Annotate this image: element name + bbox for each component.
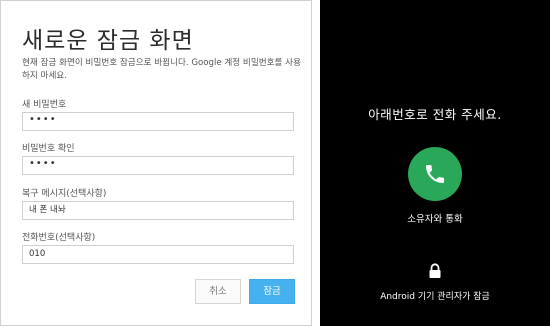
lock-screen-message: 아래번호로 전화 주세요. xyxy=(368,107,502,122)
confirm-password-field[interactable]: •••• xyxy=(22,156,294,175)
confirm-password-label: 비밀번호 확인 xyxy=(22,144,75,154)
new-password-field[interactable]: •••• xyxy=(22,112,294,131)
dialog-title: 새로운 잠금 화면 xyxy=(22,28,194,54)
phone-number-field[interactable]: 010 xyxy=(22,245,294,264)
new-lock-screen-dialog: 새로운 잠금 화면 현재 잠금 화면이 비밀번호 잠금으로 바뀝니다. Goog… xyxy=(0,0,312,326)
cancel-button[interactable]: 취소 xyxy=(195,279,241,304)
lock-screen-preview: 아래번호로 전화 주세요. 소유자와 통화 Android 기기 관리자가 잠금 xyxy=(320,0,550,326)
recovery-message-label: 복구 메시지(선택사항) xyxy=(22,189,107,199)
call-owner-button[interactable] xyxy=(408,147,462,201)
phone-number-label: 전화번호(선택사항) xyxy=(22,233,96,243)
call-owner-label: 소유자와 통화 xyxy=(407,214,463,225)
dialog-description: 현재 잠금 화면이 비밀번호 잠금으로 바뀝니다. Google 계정 비밀번호… xyxy=(22,58,301,81)
lock-button[interactable]: 잠금 xyxy=(249,279,295,304)
new-password-label: 새 비밀번호 xyxy=(22,100,67,110)
screenshot: 새로운 잠금 화면 현재 잠금 화면이 비밀번호 잠금으로 바뀝니다. Goog… xyxy=(0,0,550,326)
lock-icon xyxy=(429,263,441,278)
device-admin-lock-text: Android 기기 관리자가 잠금 xyxy=(380,292,490,302)
recovery-message-field[interactable]: 내 폰 내놔 xyxy=(22,201,294,220)
phone-icon xyxy=(426,165,444,183)
